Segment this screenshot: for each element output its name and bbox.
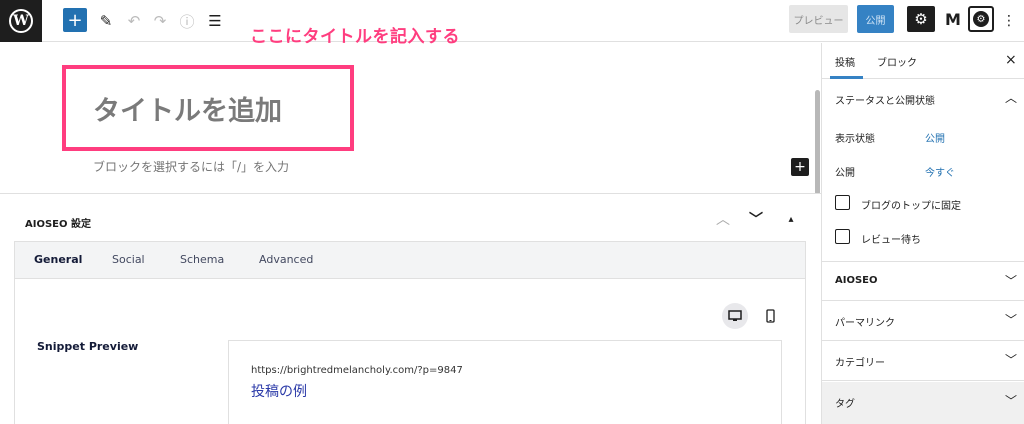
edit-tool-icon[interactable]: ✎ bbox=[94, 8, 118, 34]
redo-icon[interactable]: ↷ bbox=[148, 8, 172, 34]
settings-gear-icon[interactable]: ⚙ bbox=[907, 6, 935, 32]
chevron-up-icon: ︿ bbox=[1005, 91, 1018, 105]
close-sidebar-icon[interactable]: × bbox=[1005, 52, 1017, 68]
snippet-preview-label: Snippet Preview bbox=[37, 340, 139, 353]
status-visibility-label: ステータスと公開状態 bbox=[835, 96, 935, 107]
sidebar-tabs: 投稿 ブロック × bbox=[822, 43, 1024, 79]
sticky-checkbox[interactable] bbox=[835, 195, 850, 210]
publish-date-label: 公開 bbox=[835, 168, 855, 179]
category-section[interactable]: カテゴリー ﹀ bbox=[822, 341, 1024, 381]
inline-add-block-icon[interactable]: + bbox=[791, 158, 809, 176]
block-appender-hint[interactable]: ブロックを選択するには「/」を入力 bbox=[93, 158, 289, 175]
pending-review-label: レビュー待ち bbox=[861, 235, 921, 246]
move-up-icon[interactable]: ︿ bbox=[714, 210, 732, 228]
permalink-section[interactable]: パーマリンク ﹀ bbox=[822, 301, 1024, 341]
tag-section-label: タグ bbox=[835, 399, 855, 410]
undo-icon[interactable]: ↶ bbox=[122, 8, 146, 34]
tab-block[interactable]: ブロック bbox=[877, 54, 917, 69]
move-top-icon[interactable]: ▴ bbox=[782, 210, 800, 228]
aioseo-tabs: General Social Schema Advanced bbox=[14, 241, 806, 279]
editor-screen: W + ✎ ↶ ↷ ⓘ ☰ プレビュー 公開 ⚙ M ⚙ ⋮ ここにタイトルを記… bbox=[0, 0, 1024, 424]
snippet-preview-card bbox=[228, 340, 782, 424]
jetpack-icon[interactable]: M bbox=[942, 6, 964, 32]
aioseo-section[interactable]: AIOSEO ﹀ bbox=[822, 261, 1024, 301]
snippet-url: https://brightredmelancholy.com/?p=9847 bbox=[251, 365, 463, 376]
desktop-icon bbox=[728, 310, 742, 321]
tab-schema[interactable]: Schema bbox=[180, 253, 224, 266]
visibility-label: 表示状態 bbox=[835, 134, 875, 145]
desktop-preview-button[interactable] bbox=[722, 303, 748, 329]
post-title-input[interactable]: タイトルを追加 bbox=[93, 89, 282, 128]
publish-date-link[interactable]: 今すぐ bbox=[925, 164, 955, 179]
tab-post[interactable]: 投稿 bbox=[835, 54, 855, 69]
more-options-icon[interactable]: ⋮ bbox=[1001, 8, 1017, 34]
aioseo-button[interactable]: ⚙ bbox=[968, 6, 994, 32]
pending-review-checkbox[interactable] bbox=[835, 229, 850, 244]
mobile-icon bbox=[765, 309, 775, 323]
mobile-preview-button[interactable] bbox=[760, 303, 780, 329]
permalink-section-label: パーマリンク bbox=[835, 318, 895, 329]
status-visibility-header[interactable]: ステータスと公開状態 ︿ bbox=[822, 79, 1024, 119]
editor-scrollbar[interactable] bbox=[815, 90, 820, 195]
tab-advanced[interactable]: Advanced bbox=[259, 253, 313, 266]
list-view-icon[interactable]: ☰ bbox=[203, 8, 227, 34]
aioseo-icon: ⚙ bbox=[973, 11, 989, 27]
top-toolbar: W + ✎ ↶ ↷ ⓘ ☰ プレビュー 公開 ⚙ M ⚙ ⋮ bbox=[0, 0, 1024, 42]
chevron-down-icon: ﹀ bbox=[1005, 353, 1018, 367]
chevron-down-icon: ﹀ bbox=[1005, 274, 1018, 288]
add-block-button[interactable]: + bbox=[63, 8, 87, 32]
wordpress-icon: W bbox=[9, 9, 33, 33]
chevron-down-icon: ﹀ bbox=[1005, 394, 1018, 408]
chevron-down-icon: ﹀ bbox=[1005, 313, 1018, 327]
tag-section[interactable]: タグ ﹀ bbox=[822, 382, 1024, 424]
tab-general[interactable]: General bbox=[34, 253, 82, 266]
wordpress-logo[interactable]: W bbox=[0, 0, 42, 42]
category-section-label: カテゴリー bbox=[835, 358, 885, 369]
snippet-title: 投稿の例 bbox=[251, 384, 307, 400]
visibility-value-link[interactable]: 公開 bbox=[925, 130, 945, 145]
toggle-panel-icon[interactable]: ﹀ bbox=[747, 210, 765, 228]
tab-social[interactable]: Social bbox=[112, 253, 145, 266]
aioseo-section-label: AIOSEO bbox=[835, 275, 878, 286]
info-icon[interactable]: ⓘ bbox=[175, 8, 199, 34]
publish-button[interactable]: 公開 bbox=[857, 5, 894, 33]
aioseo-panel-title: AIOSEO 設定 bbox=[25, 219, 91, 230]
preview-button[interactable]: プレビュー bbox=[789, 5, 848, 33]
sticky-label: ブログのトップに固定 bbox=[861, 201, 961, 212]
settings-sidebar: 投稿 ブロック × ステータスと公開状態 ︿ 表示状態 公開 公開 今すぐ ブロ… bbox=[821, 43, 1024, 424]
